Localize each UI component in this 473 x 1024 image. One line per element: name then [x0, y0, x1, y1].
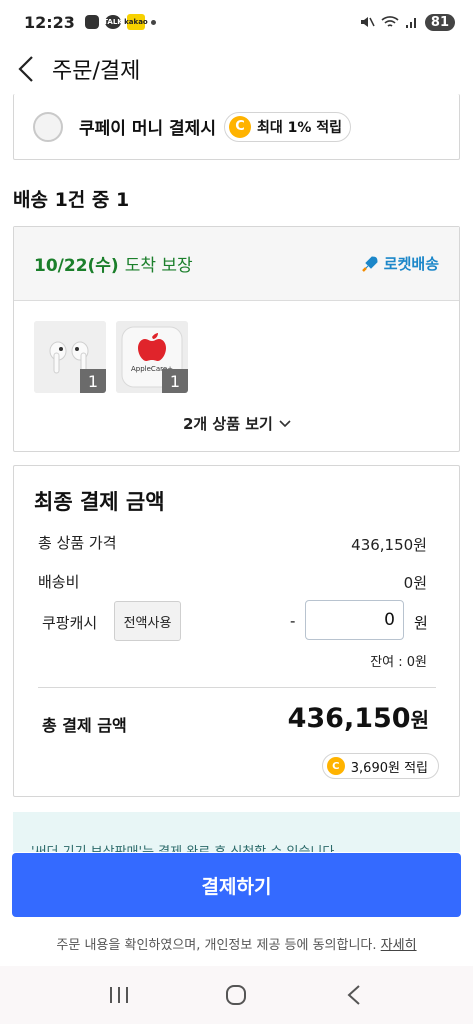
delivery-date: 10/22(수) [34, 256, 119, 276]
recents-icon [109, 987, 128, 1003]
wifi-icon [381, 16, 399, 27]
use-all-button[interactable]: 전액사용 [114, 601, 181, 641]
system-back-button[interactable] [334, 975, 374, 1015]
coupay-radio[interactable] [33, 111, 63, 142]
coupang-cash-input[interactable] [305, 600, 404, 640]
coin-icon: C [228, 115, 251, 138]
delivery-guarantee: 도착 보장 [124, 256, 193, 276]
shipping-fee-value: 0원 [403, 574, 427, 592]
shipping-fee-label: 배송비 [38, 573, 80, 591]
consent-notice: 주문 내용을 확인하였으며, 개인정보 제공 등에 동의합니다. 자세히 [0, 934, 473, 953]
shipment-heading: 배송 1건 중 1 [13, 189, 130, 211]
minus-sign: - [290, 612, 296, 630]
view-products-toggle[interactable]: 2개 상품 보기 [14, 413, 461, 434]
reward-badge: C 최대 1% 적립 [223, 111, 352, 142]
divider [38, 687, 436, 688]
page-title: 주문/결제 [52, 59, 141, 84]
kakao-icon: kakao [124, 14, 148, 30]
quantity-badge: 1 [80, 369, 106, 393]
system-icons: 81 [359, 13, 455, 31]
final-payment-card: 최종 결제 금액 총 상품 가격 436,150원 배송비 0원 쿠팡캐시 전액… [13, 465, 460, 797]
rocket-icon [361, 255, 378, 272]
app-notification-icon [84, 15, 99, 29]
chevron-down-icon [279, 420, 291, 428]
trade-in-notice: '써더 기기 보상판매'는 결제 완료 후 신청할 수 있습니다 [13, 812, 460, 852]
rocket-delivery-badge: 로켓배송 [360, 253, 439, 274]
header: 주문/결제 [0, 44, 473, 94]
chevron-left-icon [18, 56, 33, 82]
consent-text: 주문 내용을 확인하였으며, 개인정보 제공 등에 동의합니다. [56, 938, 377, 953]
grand-total-unit: 원 [410, 708, 429, 732]
status-bar: 12:23 TALK kakao 81 [0, 0, 473, 44]
notice-text: '써더 기기 보상판매'는 결제 완료 후 신청할 수 있습니다 [31, 841, 334, 852]
system-nav-bar [0, 966, 473, 1024]
product-price-label: 총 상품 가격 [38, 534, 117, 552]
status-time: 12:23 [24, 12, 75, 32]
product-thumb-applecare[interactable]: AppleCare+ 1 [116, 321, 188, 393]
cash-unit: 원 [414, 614, 428, 632]
recents-button[interactable] [99, 975, 139, 1015]
home-icon [226, 985, 247, 1005]
product-thumbnails: 1 AppleCare+ 1 [14, 301, 459, 393]
earn-badge: C 3,690원 적립 [321, 753, 439, 779]
product-thumb-airpods[interactable]: 1 [34, 321, 106, 393]
payment-option-card: 쿠페이 머니 결제시 C 최대 1% 적립 [13, 94, 460, 160]
reward-text: 최대 1% 적립 [256, 119, 343, 136]
back-icon [347, 985, 360, 1005]
view-products-label: 2개 상품 보기 [182, 415, 273, 433]
details-link[interactable]: 자세히 [381, 938, 417, 953]
mute-icon [360, 17, 375, 27]
product-price-value: 436,150원 [351, 536, 427, 554]
signal-icon [405, 18, 416, 28]
coupang-cash-label: 쿠팡캐시 [42, 614, 98, 632]
payment-option-label: 쿠페이 머니 결제시 [79, 119, 216, 139]
grand-total-amount: 436,150 [287, 703, 411, 734]
final-payment-title: 최종 결제 금액 [34, 490, 165, 514]
grand-total-value: 436,150원 [288, 703, 429, 734]
cash-balance: 잔여 : 0원 [370, 655, 427, 670]
back-button[interactable] [0, 44, 52, 94]
rocket-label: 로켓배송 [383, 255, 439, 273]
grand-total-label: 총 결제 금액 [42, 716, 127, 735]
home-button[interactable] [216, 975, 256, 1015]
talk-icon: TALK [103, 15, 123, 29]
delivery-info: 10/22(수) 도착 보장 로켓배송 [14, 227, 459, 301]
shipment-card: 10/22(수) 도착 보장 로켓배송 1 AppleCare+ 1 2개 상품… [13, 226, 460, 452]
notification-icons: TALK kakao [84, 14, 156, 30]
quantity-badge: 1 [162, 369, 188, 393]
coin-icon: C [326, 757, 345, 775]
battery-indicator: 81 [424, 13, 455, 31]
more-notifications-icon [150, 19, 156, 25]
earn-text: 3,690원 적립 [350, 760, 428, 776]
pay-button[interactable]: 결제하기 [12, 853, 461, 917]
